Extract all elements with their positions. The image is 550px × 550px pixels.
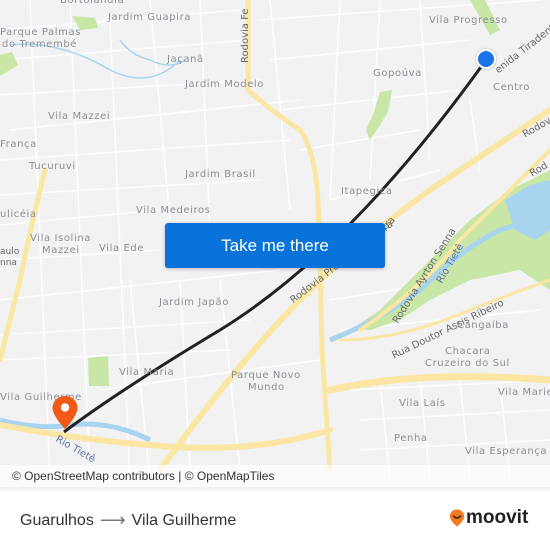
label-jacana: Jaçanã bbox=[167, 54, 204, 65]
destination-name: Vila Guilherme bbox=[131, 511, 237, 529]
label-mazzei: Mazzei bbox=[42, 245, 80, 256]
moovit-wordmark: moovit bbox=[466, 507, 529, 528]
label-mundo: Mundo bbox=[248, 382, 285, 393]
label-vila-progresso: Vila Progresso bbox=[429, 15, 508, 26]
label-tucuruvi: Tucuruvi bbox=[29, 161, 76, 172]
label-bortolandia: Bortolândia bbox=[60, 0, 125, 6]
map[interactable]: Bortolândia Jardim Guapira Parque Palmas… bbox=[0, 0, 550, 490]
label-aulo: aulo bbox=[0, 247, 20, 257]
label-centro: Centro bbox=[493, 82, 531, 93]
label-vila-ede: Vila Ede bbox=[99, 243, 145, 254]
label-nna: nna bbox=[0, 258, 17, 268]
destination-pin-icon[interactable] bbox=[51, 395, 79, 431]
map-attribution[interactable]: © OpenStreetMap contributors | © OpenMap… bbox=[0, 465, 550, 487]
arrow-right-icon: ⟶ bbox=[99, 510, 126, 530]
label-do-tremembe: do Tremembé bbox=[2, 39, 78, 50]
label-jardim-brasil: Jardim Brasil bbox=[185, 169, 256, 180]
origin-marker[interactable] bbox=[476, 49, 496, 69]
label-itapegica: Itapegica bbox=[341, 186, 393, 197]
origin-name: Guarulhos bbox=[20, 511, 94, 529]
label-vila-marie: Vila Marie bbox=[498, 387, 550, 398]
label-vila-isolina: Vila Isolina bbox=[30, 233, 91, 244]
label-vila-esperanca: Vila Esperança bbox=[465, 446, 548, 457]
take-me-there-button[interactable]: Take me there bbox=[165, 223, 385, 268]
label-franca: França bbox=[0, 139, 37, 150]
label-penha: Penha bbox=[394, 433, 428, 444]
label-vila-maria: Vila Maria bbox=[119, 367, 175, 378]
label-gopouva: Gopoúva bbox=[373, 68, 422, 79]
label-vila-lais: Vila Laís bbox=[399, 398, 446, 409]
label-jardim-japao: Jardim Japão bbox=[159, 297, 229, 308]
moovit-pin-icon bbox=[449, 509, 465, 527]
label-parque-palmas: Parque Palmas bbox=[0, 27, 82, 38]
label-vila-mazzei: Vila Mazzei bbox=[48, 111, 111, 122]
label-parque-novo: Parque Novo bbox=[231, 370, 301, 381]
label-ulliceia: ulicéia bbox=[0, 209, 37, 220]
moovit-logo[interactable]: moovit bbox=[449, 507, 528, 529]
label-vila-medeiros: Vila Medeiros bbox=[136, 205, 211, 216]
route-summary: Guarulhos ⟶ Vila Guilherme bbox=[20, 510, 236, 531]
road-label-rodovia-fe: Rodovia Fe bbox=[240, 8, 251, 63]
label-jardim-guapira: Jardim Guapira bbox=[108, 12, 192, 23]
label-jardim-modelo: Jardim Modelo bbox=[185, 79, 265, 90]
label-cruzeiro-do-sul: Cruzeiro do Sul bbox=[425, 358, 510, 369]
label-chacara: Chacara bbox=[445, 346, 491, 357]
